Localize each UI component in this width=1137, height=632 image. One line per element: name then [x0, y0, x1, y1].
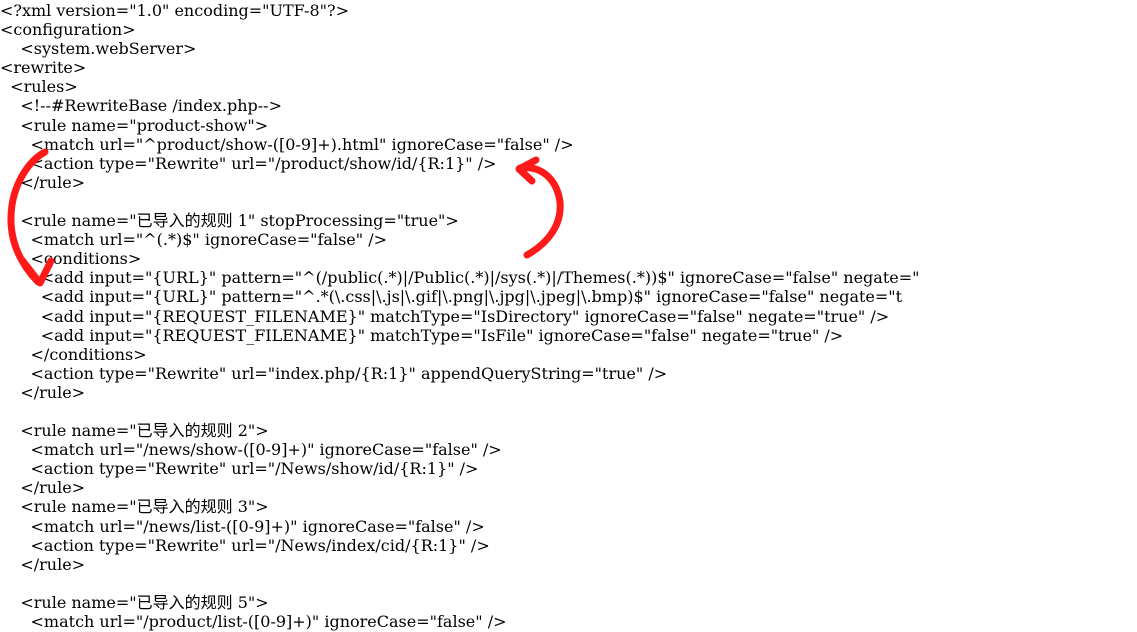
code-line: <rule name="已导入的规则 3"> [0, 497, 269, 517]
code-line: <conditions> [0, 249, 142, 269]
code-text[interactable]: <?xml version="1.0" encoding="UTF-8"?> <c… [0, 1, 920, 631]
code-line: <match url="^product/show-([0-9]+).html"… [0, 134, 574, 154]
code-line: </rule> [0, 554, 86, 574]
code-line: <match url="/product/list-([0-9]+)" igno… [0, 612, 507, 631]
code-line: <configuration> [0, 20, 136, 40]
code-line: </rule> [0, 172, 86, 192]
code-line: <add input="{URL}" pattern="^(/public(.*… [0, 268, 920, 288]
code-line: <action type="Rewrite" url="/News/show/i… [0, 459, 479, 479]
code-line: <add input="{URL}" pattern="^.*(\.css|\.… [0, 287, 903, 307]
code-line: <rewrite> [0, 58, 87, 78]
code-line: <!--#RewriteBase /index.php--> [0, 96, 282, 116]
code-line: <rule name="已导入的规则 2"> [0, 421, 269, 441]
code-line: <match url="/news/list-([0-9]+)" ignoreC… [0, 516, 485, 536]
code-line: </rule> [0, 478, 86, 498]
code-line: <add input="{REQUEST_FILENAME}" matchTyp… [0, 306, 890, 326]
code-line: </conditions> [0, 344, 147, 364]
code-line: <action type="Rewrite" url="/News/index/… [0, 535, 490, 555]
code-line: <rule name="已导入的规则 5"> [0, 592, 269, 612]
code-line: <?xml version="1.0" encoding="UTF-8"?> [0, 1, 349, 20]
code-line: <rule name="已导入的规则 1" stopProcessing="tr… [0, 211, 459, 231]
code-line: <match url="^(.*)$" ignoreCase="false" /… [0, 230, 387, 250]
code-line: <rule name="product-show"> [0, 115, 269, 135]
code-line: <add input="{REQUEST_FILENAME}" matchTyp… [0, 325, 844, 345]
code-line: <action type="Rewrite" url="/product/sho… [0, 153, 497, 173]
code-line: <rules> [0, 77, 78, 97]
code-line: <system.webServer> [0, 39, 197, 59]
xml-editor[interactable]: <?xml version="1.0" encoding="UTF-8"?> <c… [0, 0, 1137, 632]
code-line: </rule> [0, 382, 86, 402]
code-line: <action type="Rewrite" url="index.php/{R… [0, 363, 668, 383]
code-line: <match url="/news/show-([0-9]+)" ignoreC… [0, 440, 502, 460]
